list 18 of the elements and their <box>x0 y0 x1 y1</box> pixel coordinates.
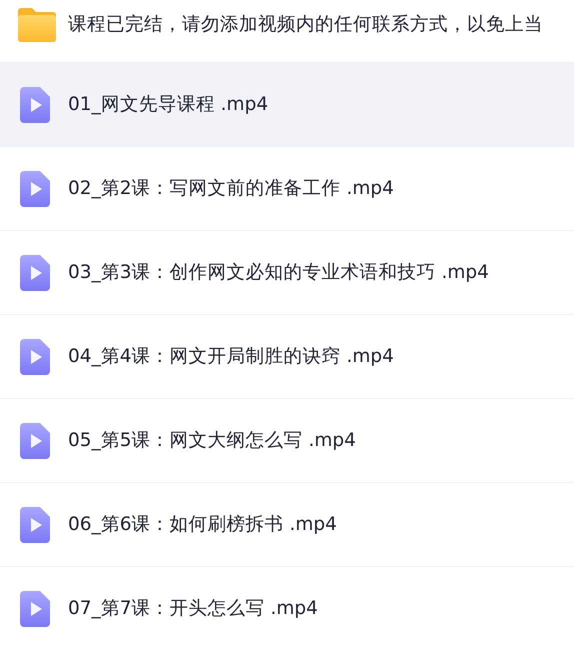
folder-row[interactable]: 课程已完结，请勿添加视频内的任何联系方式，以免上当 <box>0 0 574 62</box>
video-file-icon <box>20 590 50 626</box>
file-name: 05_第5课：网文大纲怎么写 .mp4 <box>68 428 356 453</box>
folder-name: 课程已完结，请勿添加视频内的任何联系方式，以免上当 <box>68 13 543 38</box>
file-name: 03_第3课：创作网文必知的专业术语和技巧 .mp4 <box>68 260 489 285</box>
file-name: 07_第7课：开头怎么写 .mp4 <box>68 596 318 621</box>
video-file-icon <box>20 170 50 206</box>
folder-icon <box>18 8 56 42</box>
file-name: 06_第6课：如何刷榜拆书 .mp4 <box>68 512 337 537</box>
video-file-icon <box>20 86 50 122</box>
video-file-icon <box>20 506 50 542</box>
video-file-icon <box>20 338 50 374</box>
file-name: 01_网文先导课程 .mp4 <box>68 92 268 117</box>
file-name: 02_第2课：写网文前的准备工作 .mp4 <box>68 176 394 201</box>
video-file-icon <box>20 422 50 458</box>
file-name: 04_第4课：网文开局制胜的诀窍 .mp4 <box>68 344 394 369</box>
video-file-icon <box>20 254 50 290</box>
file-row[interactable]: 01_网文先导课程 .mp4 <box>0 62 574 146</box>
